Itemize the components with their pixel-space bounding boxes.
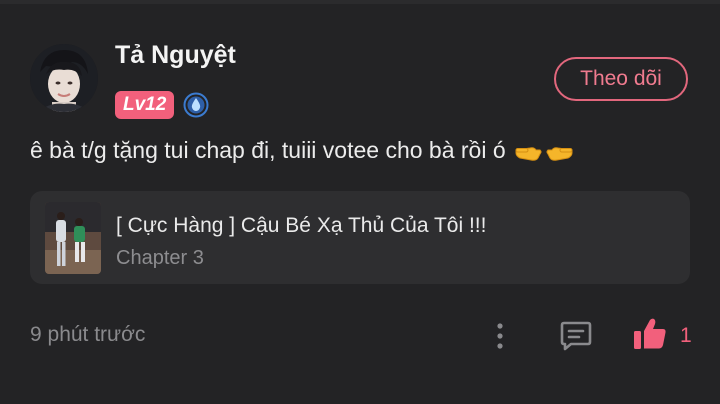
divider bbox=[0, 0, 720, 4]
follow-button[interactable]: Theo dõi bbox=[554, 57, 688, 101]
comment-reply-icon[interactable] bbox=[556, 316, 596, 356]
story-title: [ Cực Hàng ] Cậu Bé Xạ Thủ Của Tôi !!! bbox=[116, 214, 487, 237]
like-count: 1 bbox=[680, 324, 692, 347]
comment-text: ê bà t/g tặng tui chap đi, tuiii votee c… bbox=[30, 137, 506, 163]
pointing-hands-emoji bbox=[514, 138, 574, 164]
avatar[interactable] bbox=[30, 44, 98, 112]
comment-item: Tả Nguyệt Lv12 Theo dõi ê bà t/g tặng tu… bbox=[0, 0, 720, 404]
user-badges: Lv12 bbox=[115, 91, 210, 119]
username[interactable]: Tả Nguyệt bbox=[115, 41, 236, 70]
thumbs-up-icon bbox=[632, 317, 668, 356]
comment-text-row: ê bà t/g tặng tui chap đi, tuiii votee c… bbox=[30, 137, 574, 164]
story-thumbnail bbox=[45, 202, 101, 274]
level-badge: Lv12 bbox=[115, 91, 175, 119]
like-button[interactable]: 1 bbox=[632, 315, 692, 357]
chapter-card[interactable]: [ Cực Hàng ] Cậu Bé Xạ Thủ Của Tôi !!! C… bbox=[30, 191, 690, 284]
chapter-label: Chapter 3 bbox=[116, 247, 204, 269]
timestamp: 9 phút trước bbox=[30, 323, 146, 346]
more-vertical-icon[interactable] bbox=[484, 318, 516, 354]
water-drop-rank-icon bbox=[182, 91, 210, 119]
